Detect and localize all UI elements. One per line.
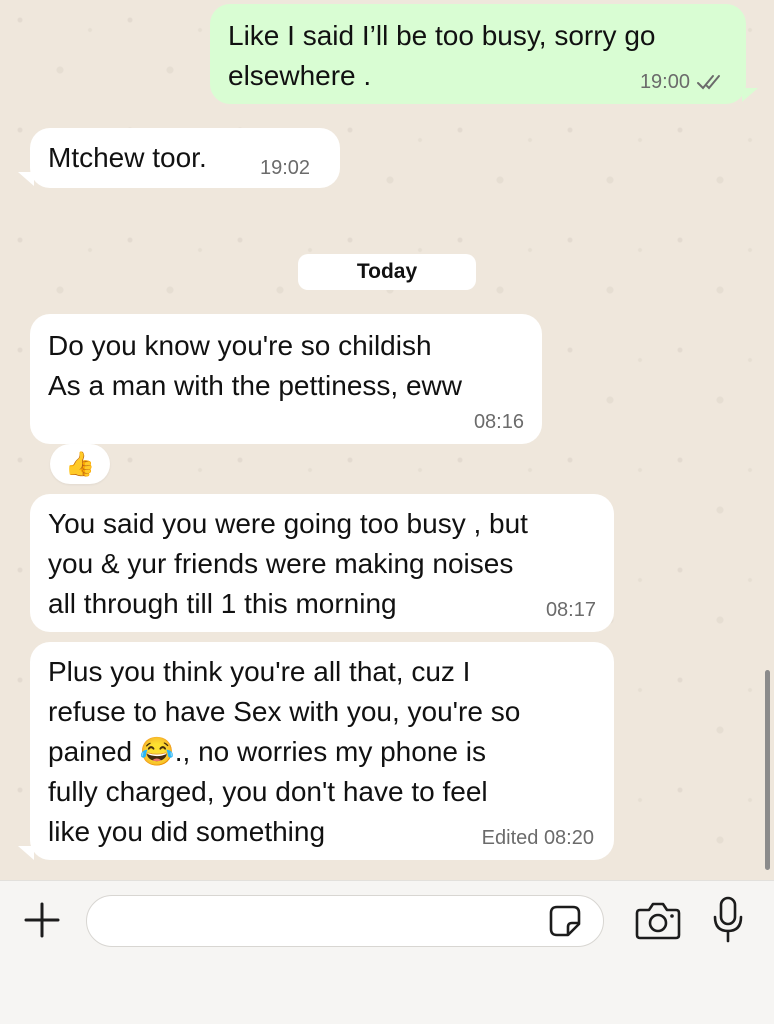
double-check-icon (697, 75, 720, 90)
message-meta: 19:02 (260, 156, 310, 180)
message-bubble-incoming[interactable]: Do you know you're so childish As a man … (30, 314, 542, 444)
message-meta: Edited 08:20 (482, 826, 594, 850)
message-bubble-outgoing[interactable]: Like I said I’ll be too busy, sorry go e… (210, 4, 746, 104)
message-bubble-incoming[interactable]: You said you were going too busy , but y… (30, 494, 614, 632)
message-line: You said you were going too busy , but (48, 508, 528, 539)
plus-icon[interactable] (22, 900, 62, 940)
camera-icon[interactable] (634, 898, 682, 942)
message-line: fully charged, you don't have to feel (48, 776, 488, 807)
scrollbar[interactable] (765, 670, 770, 870)
microphone-icon[interactable] (710, 895, 746, 945)
bubble-tail (742, 88, 758, 102)
message-line: Do you know you're so childish (48, 330, 432, 361)
message-time: 08:16 (473, 411, 524, 433)
message-bubble-incoming[interactable]: Mtchew toor. 19:02 (30, 128, 340, 188)
message-meta: 08:16 (474, 410, 524, 434)
message-line: pained 😂., no worries my phone is (48, 736, 486, 767)
message-line: all through till 1 this morning (48, 588, 397, 619)
bubble-tail (18, 846, 34, 860)
chat-area[interactable]: Like I said I’ll be too busy, sorry go e… (0, 0, 774, 880)
message-line: Plus you think you're all that, cuz I (48, 656, 471, 687)
message-line: you & yur friends were making noises (48, 548, 514, 579)
message-input[interactable] (86, 895, 604, 947)
date-separator: Today (298, 254, 476, 290)
message-time: Edited 08:20 (481, 827, 594, 849)
bubble-tail (18, 172, 34, 186)
reaction-badge[interactable]: 👍 (50, 444, 110, 484)
message-time: 08:17 (545, 599, 596, 621)
sticker-icon[interactable] (548, 904, 582, 938)
message-time: 19:00 (639, 71, 690, 93)
message-bubble-incoming[interactable]: Plus you think you're all that, cuz I re… (30, 642, 614, 860)
message-line: As a man with the pettiness, eww (48, 370, 462, 401)
message-meta: 08:17 (546, 598, 596, 622)
message-time: 19:02 (260, 157, 311, 179)
message-meta: 19:00 (640, 70, 726, 94)
thumbs-up-icon: 👍 (65, 450, 95, 478)
message-line: Like I said I’ll be too busy, sorry go (228, 20, 656, 51)
message-line: refuse to have Sex with you, you're so (48, 696, 521, 727)
